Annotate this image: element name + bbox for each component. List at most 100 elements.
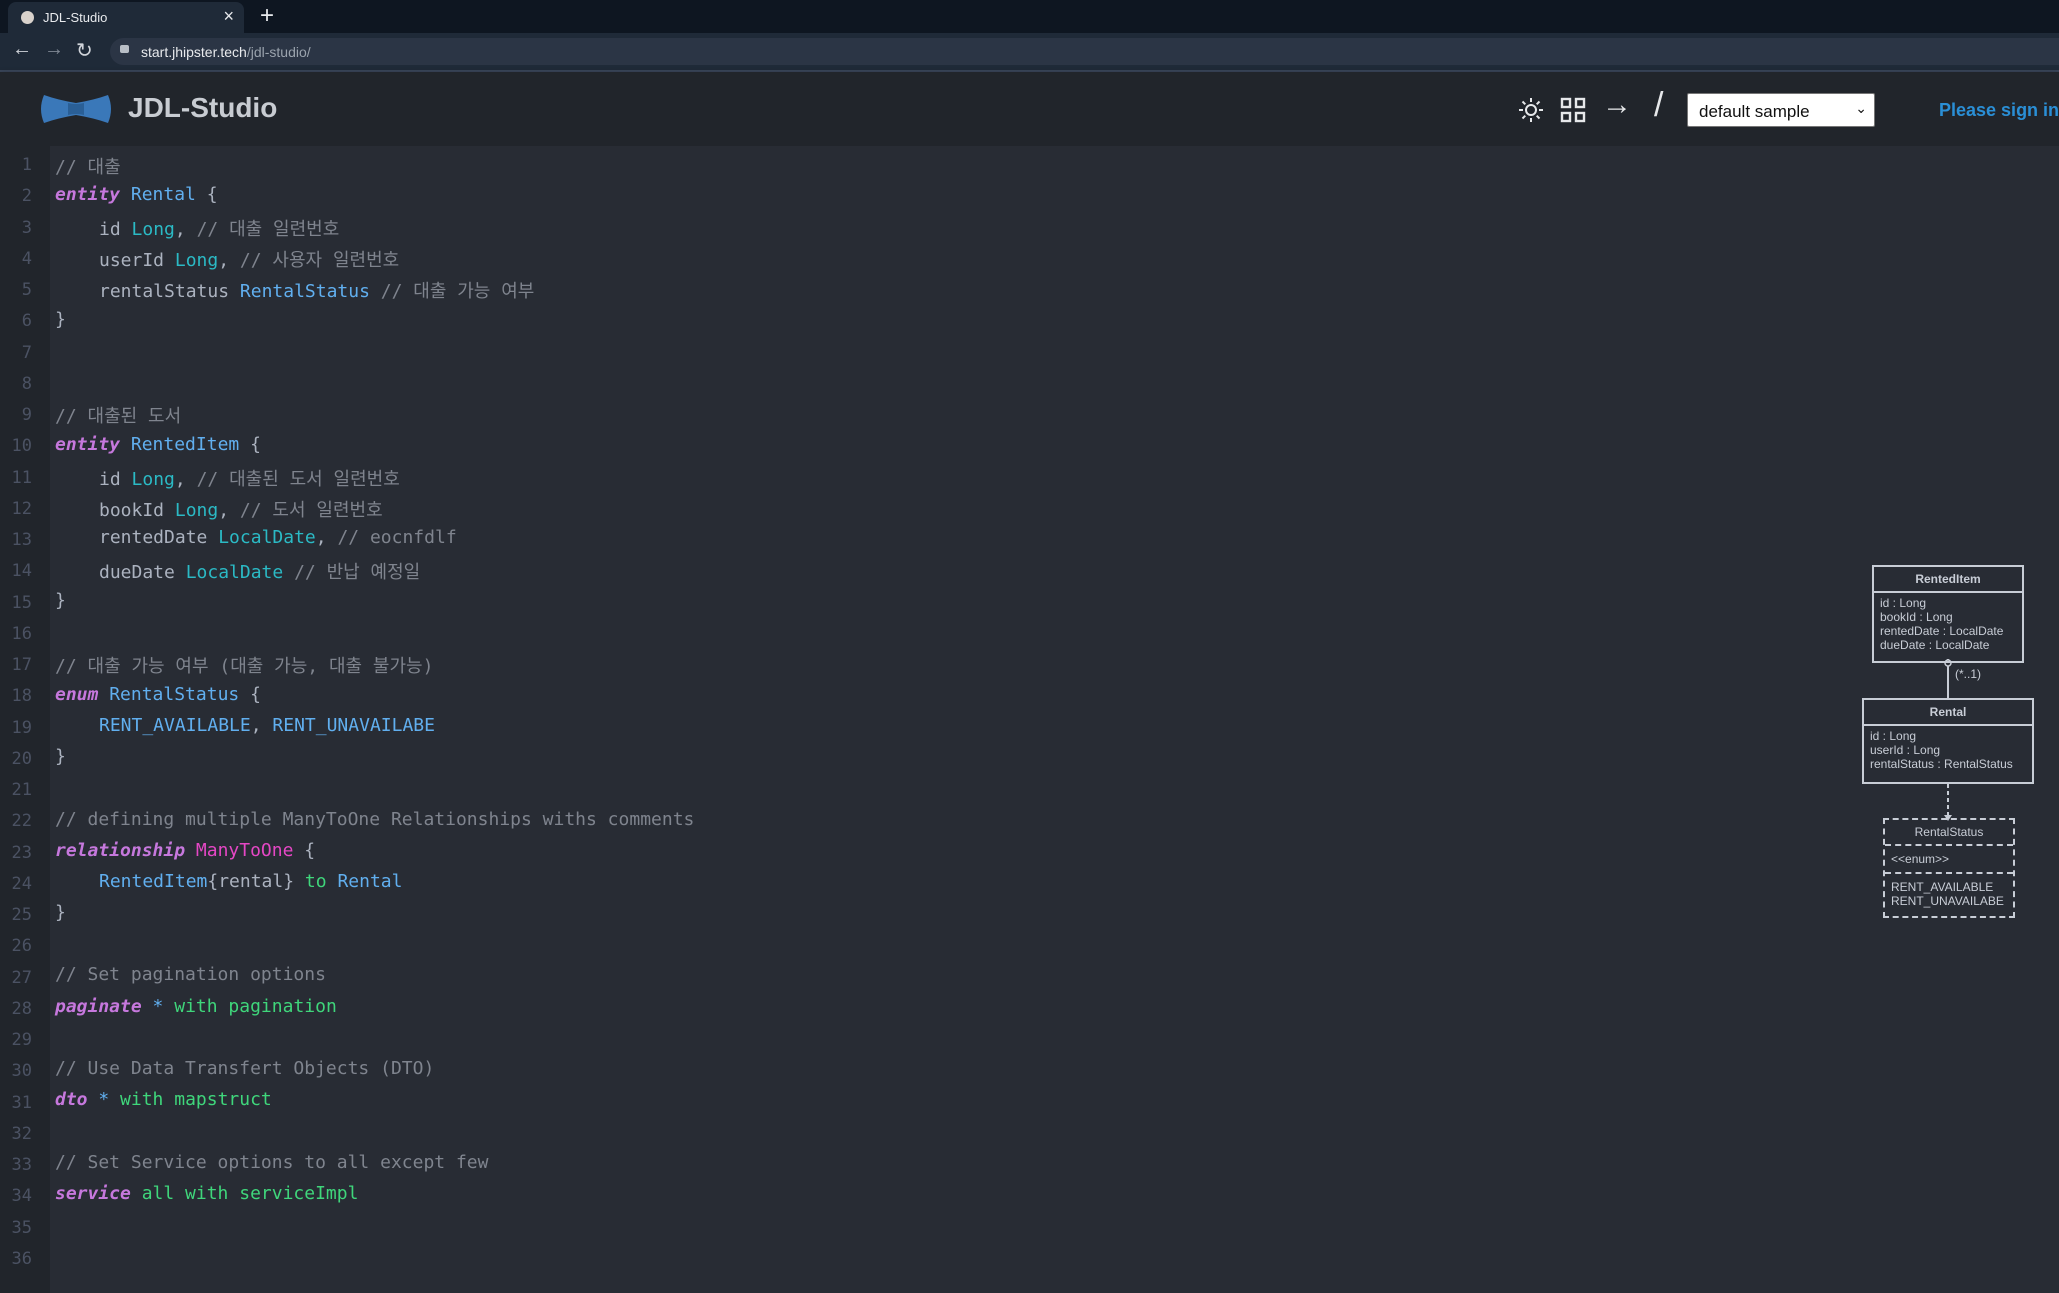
code-line: } <box>55 902 66 923</box>
entity-field: id : Long <box>1880 596 1927 610</box>
code-line: enum RentalStatus { <box>55 684 261 705</box>
line-number: 25 <box>11 905 32 925</box>
entity-field: rentedDate : LocalDate <box>1880 624 2004 638</box>
forward-icon[interactable]: → <box>44 38 64 61</box>
line-number: 31 <box>11 1092 32 1113</box>
enum-name: RentalStatus <box>1885 820 2013 846</box>
line-number: 36 <box>11 1248 32 1269</box>
grid-icon[interactable] <box>1560 97 1586 123</box>
code-line: rentalStatus RentalStatus // 대출 가능 여부 <box>99 281 535 302</box>
line-number: 23 <box>11 842 32 863</box>
entity-field: bookId : Long <box>1880 610 1953 624</box>
code-line: RentedItem{rental} to Rental <box>99 871 403 892</box>
line-number: 30 <box>11 1061 32 1082</box>
code-line: paginate * with pagination <box>55 996 337 1017</box>
code-line: bookId Long, // 도서 일련번호 <box>99 500 383 521</box>
code-line: entity Rental { <box>55 184 218 205</box>
line-number: 2 <box>21 186 32 207</box>
browser-tab[interactable]: JDL-Studio × <box>8 2 244 33</box>
code-line: id Long, // 대출 일련번호 <box>99 219 340 240</box>
code-line: id Long, // 대출된 도서 일련번호 <box>99 469 400 490</box>
code-line: } <box>55 590 66 611</box>
line-number: 15 <box>11 592 32 613</box>
browser-toolbar: ← → ↻ start.jhipster.tech/jdl-studio/ <box>0 33 2059 70</box>
line-number: 34 <box>11 1186 32 1207</box>
line-number: 12 <box>11 498 32 519</box>
sample-select-value: default sample <box>1699 102 1810 121</box>
line-number: 35 <box>11 1217 32 1238</box>
entity-field: dueDate : LocalDate <box>1880 638 1990 652</box>
signin-link[interactable]: Please sign in <box>1939 100 2059 121</box>
code-line: } <box>55 746 66 767</box>
entity-name: RentedItem <box>1874 567 2022 593</box>
code-line: // Set pagination options <box>55 964 326 985</box>
line-number: 28 <box>11 998 32 1019</box>
app-header: JDL-Studio → / default sample ⌄ Please s… <box>0 72 2059 146</box>
line-number: 4 <box>21 248 32 269</box>
close-tab-icon[interactable]: × <box>223 6 234 27</box>
sample-select[interactable]: default sample ⌄ <box>1687 93 1875 127</box>
line-number: 24 <box>11 873 32 894</box>
enum-stereotype: <<enum>> <box>1885 846 2013 874</box>
line-number: 13 <box>11 530 32 550</box>
entity-field: rentalStatus : RentalStatus <box>1870 757 2013 771</box>
tab-title: JDL-Studio <box>43 10 108 25</box>
code-editor[interactable]: 1 2 3 4 5 6 7 8 9 10 11 12 13 14 15 16 17 18 19 20 21 22 23 24 2… <box>0 146 2059 1293</box>
enum-box-rentalstatus[interactable]: RentalStatus <<enum>> RENT_AVAILABLE REN… <box>1883 818 2015 918</box>
code-line: service all with serviceImpl <box>55 1183 359 1204</box>
new-tab-icon[interactable]: + <box>260 2 274 30</box>
line-number: 7 <box>21 342 32 363</box>
line-number: 17 <box>11 655 32 675</box>
code-line: // 대출된 도서 <box>55 406 182 427</box>
url-text: start.jhipster.tech/jdl-studio/ <box>141 44 311 60</box>
entity-box-rental[interactable]: Rental id : Long userId : Long rentalSta… <box>1862 698 2034 784</box>
code-line: entity RentedItem { <box>55 434 261 455</box>
line-number: 29 <box>11 1030 32 1050</box>
code-line: // Use Data Transfert Objects (DTO) <box>55 1058 435 1079</box>
code-line: rentedDate LocalDate, // eocnfdlf <box>99 527 457 548</box>
line-number: 8 <box>21 373 32 394</box>
line-number: 9 <box>21 405 32 425</box>
code-line: // 대출 가능 여부 (대출 가능, 대출 불가능) <box>55 656 434 677</box>
line-number: 5 <box>21 280 32 300</box>
lock-icon <box>120 45 129 53</box>
sun-icon[interactable] <box>1518 97 1544 123</box>
line-number: 20 <box>11 748 32 769</box>
code-line: RENT_AVAILABLE, RENT_UNAVAILABE <box>99 715 435 736</box>
code-line: } <box>55 309 66 330</box>
line-number: 19 <box>11 717 32 738</box>
reload-icon[interactable]: ↻ <box>76 38 93 63</box>
enum-value: RENT_AVAILABLE <box>1891 880 1994 894</box>
entity-diagram[interactable]: RentedItem id : Long bookId : Long rente… <box>1855 561 2055 931</box>
browser-tabbar: JDL-Studio × + <box>0 0 2059 33</box>
entity-field: userId : Long <box>1870 743 1941 757</box>
line-number: 1 <box>21 155 32 175</box>
code-line: // Set Service options to all except few <box>55 1152 489 1173</box>
slash-icon[interactable]: / <box>1654 86 1663 125</box>
code-line: userId Long, // 사용자 일련번호 <box>99 250 400 271</box>
line-number: 32 <box>11 1123 32 1144</box>
enum-value: RENT_UNAVAILABE <box>1891 894 2004 908</box>
line-number: 21 <box>11 780 32 800</box>
back-icon[interactable]: ← <box>12 38 32 61</box>
app-title: JDL-Studio <box>128 92 278 123</box>
logo-icon[interactable] <box>40 92 112 126</box>
entity-name: Rental <box>1864 700 2032 726</box>
chevron-down-icon: ⌄ <box>1855 100 1867 116</box>
code-line: dto * with mapstruct <box>55 1089 272 1110</box>
line-number: 18 <box>11 686 32 707</box>
line-number: 3 <box>21 217 32 238</box>
code-line: dueDate LocalDate // 반납 예정일 <box>99 562 421 583</box>
line-number: 10 <box>11 436 32 457</box>
line-number: 33 <box>11 1155 32 1175</box>
line-number: 6 <box>21 311 32 332</box>
code-line: relationship ManyToOne { <box>55 840 316 861</box>
address-bar[interactable]: start.jhipster.tech/jdl-studio/ <box>110 38 2059 65</box>
entity-field: id : Long <box>1870 729 1917 743</box>
entity-box-renteditem[interactable]: RentedItem id : Long bookId : Long rente… <box>1872 565 2024 663</box>
arrow-right-icon[interactable]: → <box>1602 88 1632 122</box>
code-line: // 대출 <box>55 157 121 178</box>
line-number: 22 <box>11 811 32 832</box>
multiplicity-label: (*..1) <box>1955 667 1982 681</box>
code-line: // defining multiple ManyToOne Relations… <box>55 809 695 830</box>
